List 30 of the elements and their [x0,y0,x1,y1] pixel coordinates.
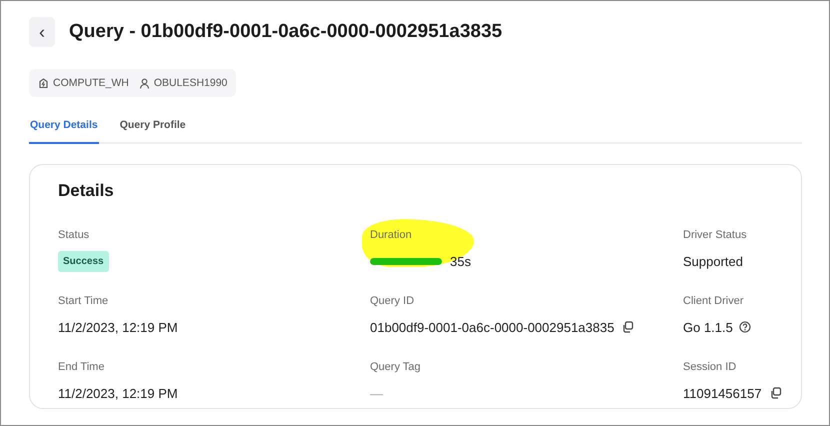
bolt-icon [38,78,49,88]
card-title: Details [58,181,114,201]
back-button[interactable]: ‹ [29,17,55,47]
field-label: Query Tag [370,361,421,373]
help-icon[interactable] [738,321,751,333]
field-label: Driver Status [683,229,747,241]
field-label: Query ID [370,295,414,307]
field-value: 11/2/2023, 12:19 PM [58,320,178,334]
field-label: Duration [370,229,412,241]
field-label: End Time [58,361,104,373]
tag-label: OBULESH1990 [154,77,228,89]
field-value: 01b00df9-0001-0a6c-0000-0002951a3835 [370,320,614,334]
page-title: Query - 01b00df9-0001-0a6c-0000-0002951a3835 [69,21,502,43]
field-value: Supported [683,254,743,268]
field-value: 35s [450,254,471,268]
field-value: — [370,386,383,400]
tab[interactable]: Query Details [29,109,99,144]
user-icon [138,78,150,88]
copy-icon[interactable] [770,387,782,399]
tab[interactable]: Query Profile [118,109,187,144]
status-badge: Success [58,250,109,272]
copy-icon[interactable] [622,321,634,333]
field-label: Client Driver [683,295,744,307]
field-value: 11091456157 [683,386,762,400]
field-label: Start Time [58,295,108,307]
field-label: Session ID [683,361,736,373]
field-value: Go 1.1.5 [683,320,733,334]
tag-label: COMPUTE_WH [53,77,129,89]
field-label: Status [58,229,90,241]
field-value: 11/2/2023, 12:19 PM [58,386,178,400]
